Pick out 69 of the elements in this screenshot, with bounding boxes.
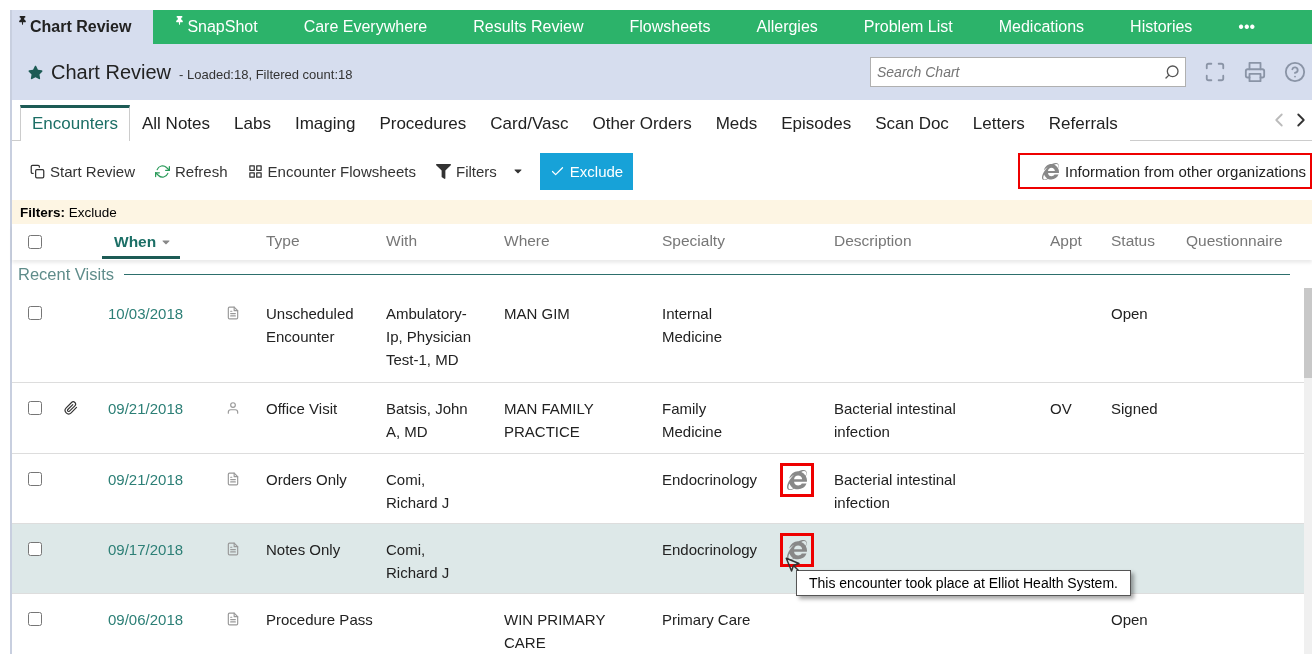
table-cell-text: Signed xyxy=(1110,399,1159,419)
table-cell-text: 09/21/2018 xyxy=(107,399,185,419)
table-cell-text: 09/21/2018 xyxy=(107,470,185,490)
review-button[interactable]: Start Review xyxy=(26,156,146,186)
table-cell-text: 09/17/2018 xyxy=(107,540,185,560)
row-checkbox[interactable] xyxy=(28,612,42,626)
column-header[interactable]: Questionnaire xyxy=(1180,231,1283,253)
table-cell-text: Comi, Richard J xyxy=(385,540,451,583)
table-cell-text: MAN GIM xyxy=(503,304,571,324)
table-cell-text: Procedure Pass xyxy=(265,610,374,630)
column-header[interactable]: Description xyxy=(828,231,912,253)
filters-button[interactable]: Filters xyxy=(432,156,534,186)
table-cell-text: Unscheduled Encounter xyxy=(265,304,355,347)
table-cell-text: Bacterial intestinal infection xyxy=(833,470,957,513)
sub-tab[interactable]: Encounters xyxy=(20,105,130,141)
tooltip: This encounter took place at Elliot Health System. xyxy=(796,570,1131,596)
column-header[interactable]: With xyxy=(380,231,417,253)
table-cell-text: Orders Only xyxy=(265,470,348,490)
search-icon[interactable] xyxy=(1164,64,1180,80)
table-cell-text: Comi, Richard J xyxy=(385,470,451,513)
column-header[interactable]: Specialty xyxy=(656,231,725,253)
star-icon xyxy=(28,64,43,80)
column-header[interactable]: Where xyxy=(498,231,550,253)
table-cell-text: OV xyxy=(1049,399,1073,419)
table-cell-text: Endocrinology xyxy=(661,540,759,560)
table-cell-text: Internal Medicine xyxy=(661,304,724,347)
table-cell-text: Office Visit xyxy=(265,399,339,419)
table-cell-text: Endocrinology xyxy=(661,470,759,490)
row-checkbox[interactable] xyxy=(28,472,42,486)
table-cell-text: WIN PRIMARY CARE xyxy=(503,610,607,653)
table-cell-text: Ambulatory-Ip, Physician Test-1, MD xyxy=(385,304,473,370)
scrollbar[interactable] xyxy=(1304,288,1312,654)
search-field[interactable]: Search Chart xyxy=(870,57,1186,87)
table-cell-text: 10/03/2018 xyxy=(107,304,185,324)
refresh-button[interactable]: Refresh xyxy=(151,156,238,186)
table-cell-text: Family Medicine xyxy=(661,399,724,442)
filter-icon xyxy=(436,163,451,179)
table-cell-text: Open xyxy=(1110,610,1149,630)
row-checkbox[interactable] xyxy=(28,542,42,556)
row-checkbox[interactable] xyxy=(28,401,42,415)
filter-summary: Filters: Exclude xyxy=(20,204,117,220)
row-checkbox[interactable] xyxy=(28,306,42,320)
table-cell-text: 09/06/2018 xyxy=(107,610,185,630)
mouse-cursor-icon xyxy=(784,556,802,574)
refresh-icon xyxy=(155,163,171,179)
nav-tab[interactable]: Chart Review xyxy=(12,10,154,44)
table-cell-text: Open xyxy=(1110,304,1149,324)
table-cell-text: Notes Only xyxy=(265,540,342,560)
table-cell-text: Batsis, John A, MD xyxy=(385,399,469,442)
pin-icon xyxy=(18,16,27,25)
table-cell-text: Bacterial intestinal infection xyxy=(833,399,957,442)
flowsheets-button[interactable]: Encounter Flowsheets xyxy=(243,156,426,186)
legend-text: Information from other organizations xyxy=(1065,162,1306,180)
pin-icon xyxy=(175,16,185,25)
column-header[interactable]: When xyxy=(102,233,181,259)
select-all-checkbox[interactable] xyxy=(28,235,42,249)
e-icon[interactable] xyxy=(780,533,814,567)
e-icon xyxy=(1042,162,1060,180)
table-cell-text: MAN FAMILY PRACTICE xyxy=(503,399,595,442)
page-title: Chart Review xyxy=(51,60,172,84)
e-icon[interactable] xyxy=(780,463,814,497)
section-title: Recent Visits xyxy=(18,264,114,284)
table-row[interactable]: 09/17/2018 Notes Only Comi, Richard J Endocrinology This encounter took place at Elliot Health System. xyxy=(12,524,1304,594)
table-cell-text: Primary Care xyxy=(661,610,752,630)
page-subtitle: - Loaded:18, Filtered count:18 xyxy=(179,66,353,82)
grid-icon xyxy=(247,163,263,179)
column-header[interactable]: Appt xyxy=(1044,231,1082,253)
column-header[interactable]: Type xyxy=(260,231,300,253)
column-header[interactable]: Status xyxy=(1105,231,1155,253)
